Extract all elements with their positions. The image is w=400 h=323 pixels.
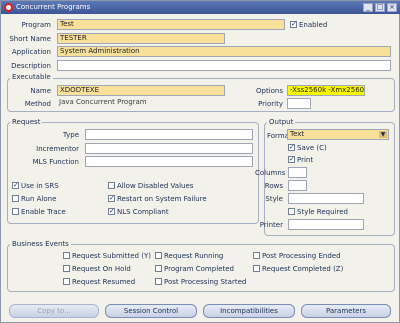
- chevron-down-icon[interactable]: ▼: [379, 131, 387, 138]
- use-in-srs-label: Use in SRS: [21, 182, 59, 190]
- format-select[interactable]: Text ▼: [287, 129, 389, 140]
- close-button[interactable]: ×: [387, 3, 397, 12]
- columns-label: Columns: [255, 169, 286, 177]
- mls-function-label: MLS Function: [32, 158, 79, 166]
- event-label: Post Processing Ended: [262, 252, 341, 260]
- method-field: Java Concurrent Program: [57, 98, 225, 109]
- save-checkbox[interactable]: ✓: [288, 144, 295, 151]
- printer-field[interactable]: [288, 219, 364, 230]
- executable-group-label: Executable: [10, 73, 53, 81]
- style-required-label: Style Required: [297, 208, 348, 216]
- use-in-srs-checkbox[interactable]: ✓: [12, 182, 19, 189]
- enable-trace-checkbox[interactable]: [12, 208, 19, 215]
- event-checkbox[interactable]: [63, 265, 70, 272]
- style-required-checkbox[interactable]: [288, 208, 295, 215]
- executable-name-label: Name: [30, 87, 51, 95]
- print-checkbox[interactable]: ✓: [288, 156, 295, 163]
- event-checkbox[interactable]: [253, 265, 260, 272]
- style-label: Style: [265, 195, 283, 203]
- printer-label: Printer: [259, 221, 283, 229]
- program-label: Program: [21, 21, 51, 29]
- restart-on-failure-checkbox[interactable]: ✓: [108, 195, 115, 202]
- nls-compliant-label: NLS Compliant: [117, 208, 169, 216]
- concurrent-programs-window: Concurrent Programs _ □ × Program Test ✓…: [0, 0, 400, 323]
- allow-disabled-values-checkbox[interactable]: [108, 182, 115, 189]
- enabled-checkbox[interactable]: ✓: [290, 21, 297, 28]
- method-label: Method: [24, 100, 51, 108]
- output-group-label: Output: [267, 118, 296, 126]
- event-label: Request On Hold: [72, 265, 131, 273]
- minimize-button[interactable]: _: [363, 3, 373, 12]
- short-name-label: Short Name: [9, 35, 51, 43]
- print-label: Print: [297, 156, 314, 164]
- incrementor-field[interactable]: [85, 143, 253, 154]
- priority-field[interactable]: [287, 98, 311, 109]
- application-label: Application: [11, 48, 51, 56]
- event-checkbox[interactable]: [155, 265, 162, 272]
- event-checkbox[interactable]: [253, 252, 260, 259]
- request-group-label: Request: [10, 118, 43, 126]
- enable-trace-label: Enable Trace: [21, 208, 66, 216]
- event-label: Request Resumed: [72, 278, 136, 286]
- event-checkbox[interactable]: [155, 278, 162, 285]
- mls-function-field[interactable]: [85, 156, 253, 167]
- restart-on-failure-label: Restart on System Failure: [117, 195, 207, 203]
- allow-disabled-values-label: Allow Disabled Values: [117, 182, 194, 190]
- window-title: Concurrent Programs: [16, 3, 91, 11]
- format-label: Format: [267, 132, 292, 140]
- session-control-button[interactable]: Session Control: [105, 304, 197, 318]
- style-field[interactable]: [288, 193, 364, 204]
- event-checkbox[interactable]: [155, 252, 162, 259]
- event-label: Program Completed: [164, 265, 234, 273]
- format-value: Text: [290, 130, 305, 138]
- options-label: Options: [255, 87, 283, 95]
- application-field[interactable]: System Administration: [57, 46, 391, 57]
- description-label: Description: [11, 62, 51, 70]
- run-alone-checkbox[interactable]: [12, 195, 19, 202]
- description-field[interactable]: [57, 60, 391, 71]
- event-label: Request Running: [164, 252, 224, 260]
- priority-label: Priority: [258, 100, 283, 108]
- event-checkbox[interactable]: [63, 278, 70, 285]
- maximize-button[interactable]: □: [375, 3, 385, 12]
- options-field[interactable]: -Xss2560k -Xmx2560m: [287, 85, 365, 96]
- incompatibilities-button[interactable]: Incompatibilities: [203, 304, 295, 318]
- enabled-label: Enabled: [299, 21, 328, 29]
- type-field[interactable]: [85, 129, 253, 140]
- short-name-field[interactable]: TESTER: [57, 33, 225, 44]
- rows-label: Rows: [264, 182, 283, 190]
- program-field[interactable]: Test: [57, 19, 285, 30]
- event-checkbox[interactable]: [63, 252, 70, 259]
- nls-compliant-checkbox[interactable]: ✓: [108, 208, 115, 215]
- incrementor-label: Incrementor: [36, 145, 79, 153]
- event-label: Request Completed (Z): [262, 265, 344, 273]
- parameters-button[interactable]: Parameters: [301, 304, 391, 318]
- event-label: Post Processing Started: [164, 278, 247, 286]
- title-bar: Concurrent Programs _ □ ×: [1, 1, 400, 14]
- run-alone-label: Run Alone: [21, 195, 57, 203]
- oracle-logo-icon: [4, 3, 13, 12]
- business-events-group-label: Business Events: [10, 240, 71, 248]
- rows-field[interactable]: [288, 180, 307, 191]
- copy-to-button[interactable]: Copy to...: [9, 304, 99, 318]
- type-label: Type: [62, 131, 79, 139]
- save-label: Save (C): [297, 144, 327, 152]
- event-label: Request Submitted (Y): [72, 252, 151, 260]
- columns-field[interactable]: [288, 167, 307, 178]
- executable-name-field[interactable]: XDODTEXE: [57, 85, 225, 96]
